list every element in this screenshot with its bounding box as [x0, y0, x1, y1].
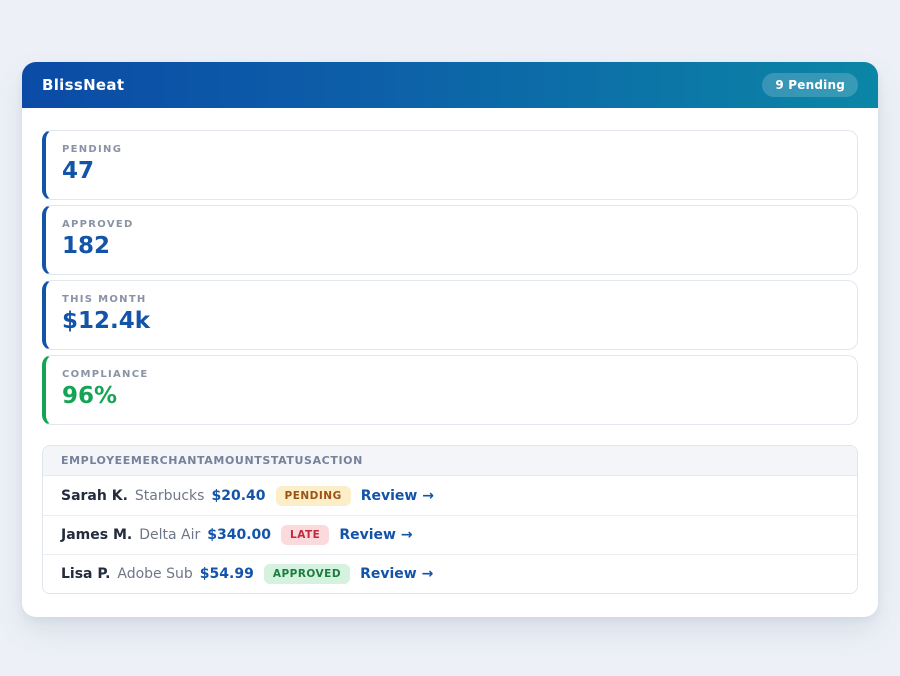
- stat-label: COMPLIANCE: [62, 369, 841, 380]
- merchant-name: Delta Air: [139, 527, 200, 543]
- status-badge: LATE: [281, 525, 329, 545]
- column-header-merchant: MERCHANT: [131, 454, 204, 467]
- stat-value: 96%: [62, 383, 841, 409]
- stat-label: APPROVED: [62, 219, 841, 230]
- stat-label: PENDING: [62, 144, 841, 155]
- page-background: { "app": { "title": "BlissNeat", "header…: [0, 0, 900, 676]
- app-title: BlissNeat: [42, 76, 124, 94]
- stat-value: 182: [62, 233, 841, 259]
- app-header: BlissNeat 9 Pending: [22, 62, 878, 108]
- column-header-amount: AMOUNT: [204, 454, 262, 467]
- expense-amount: $54.99: [200, 566, 254, 582]
- stat-card-compliance: COMPLIANCE 96%: [42, 355, 858, 425]
- status-badge: PENDING: [276, 486, 351, 506]
- stat-card-this-month: THIS MONTH $12.4k: [42, 280, 858, 350]
- column-header-status: STATUS: [262, 454, 312, 467]
- stat-value: $12.4k: [62, 308, 841, 334]
- stat-card-pending: PENDING 47: [42, 130, 858, 200]
- employee-name: Sarah K.: [61, 488, 128, 504]
- review-link[interactable]: Review →: [339, 527, 412, 543]
- pending-count-badge: 9 Pending: [762, 73, 858, 97]
- employee-name: Lisa P.: [61, 566, 110, 582]
- dashboard-card: BlissNeat 9 Pending PENDING 47 APPROVED …: [22, 62, 878, 617]
- stat-card-approved: APPROVED 182: [42, 205, 858, 275]
- column-header-action: ACTION: [313, 454, 363, 467]
- merchant-name: Starbucks: [135, 488, 205, 504]
- expense-amount: $20.40: [211, 488, 265, 504]
- table-row: James M. Delta Air $340.00 LATE Review →: [43, 515, 857, 554]
- expense-amount: $340.00: [207, 527, 271, 543]
- card-body: PENDING 47 APPROVED 182 THIS MONTH $12.4…: [22, 108, 878, 594]
- column-header-employee: EMPLOYEE: [61, 454, 131, 467]
- stat-value: 47: [62, 158, 841, 184]
- status-badge: APPROVED: [264, 564, 350, 584]
- merchant-name: Adobe Sub: [117, 566, 192, 582]
- stat-label: THIS MONTH: [62, 294, 841, 305]
- table-row: Lisa P. Adobe Sub $54.99 APPROVED Review…: [43, 554, 857, 593]
- expenses-table: EMPLOYEEMERCHANTAMOUNTSTATUSACTION Sarah…: [42, 445, 858, 594]
- table-row: Sarah K. Starbucks $20.40 PENDING Review…: [43, 476, 857, 515]
- table-header-row: EMPLOYEEMERCHANTAMOUNTSTATUSACTION: [43, 446, 857, 476]
- review-link[interactable]: Review →: [360, 566, 433, 582]
- review-link[interactable]: Review →: [361, 488, 434, 504]
- employee-name: James M.: [61, 527, 132, 543]
